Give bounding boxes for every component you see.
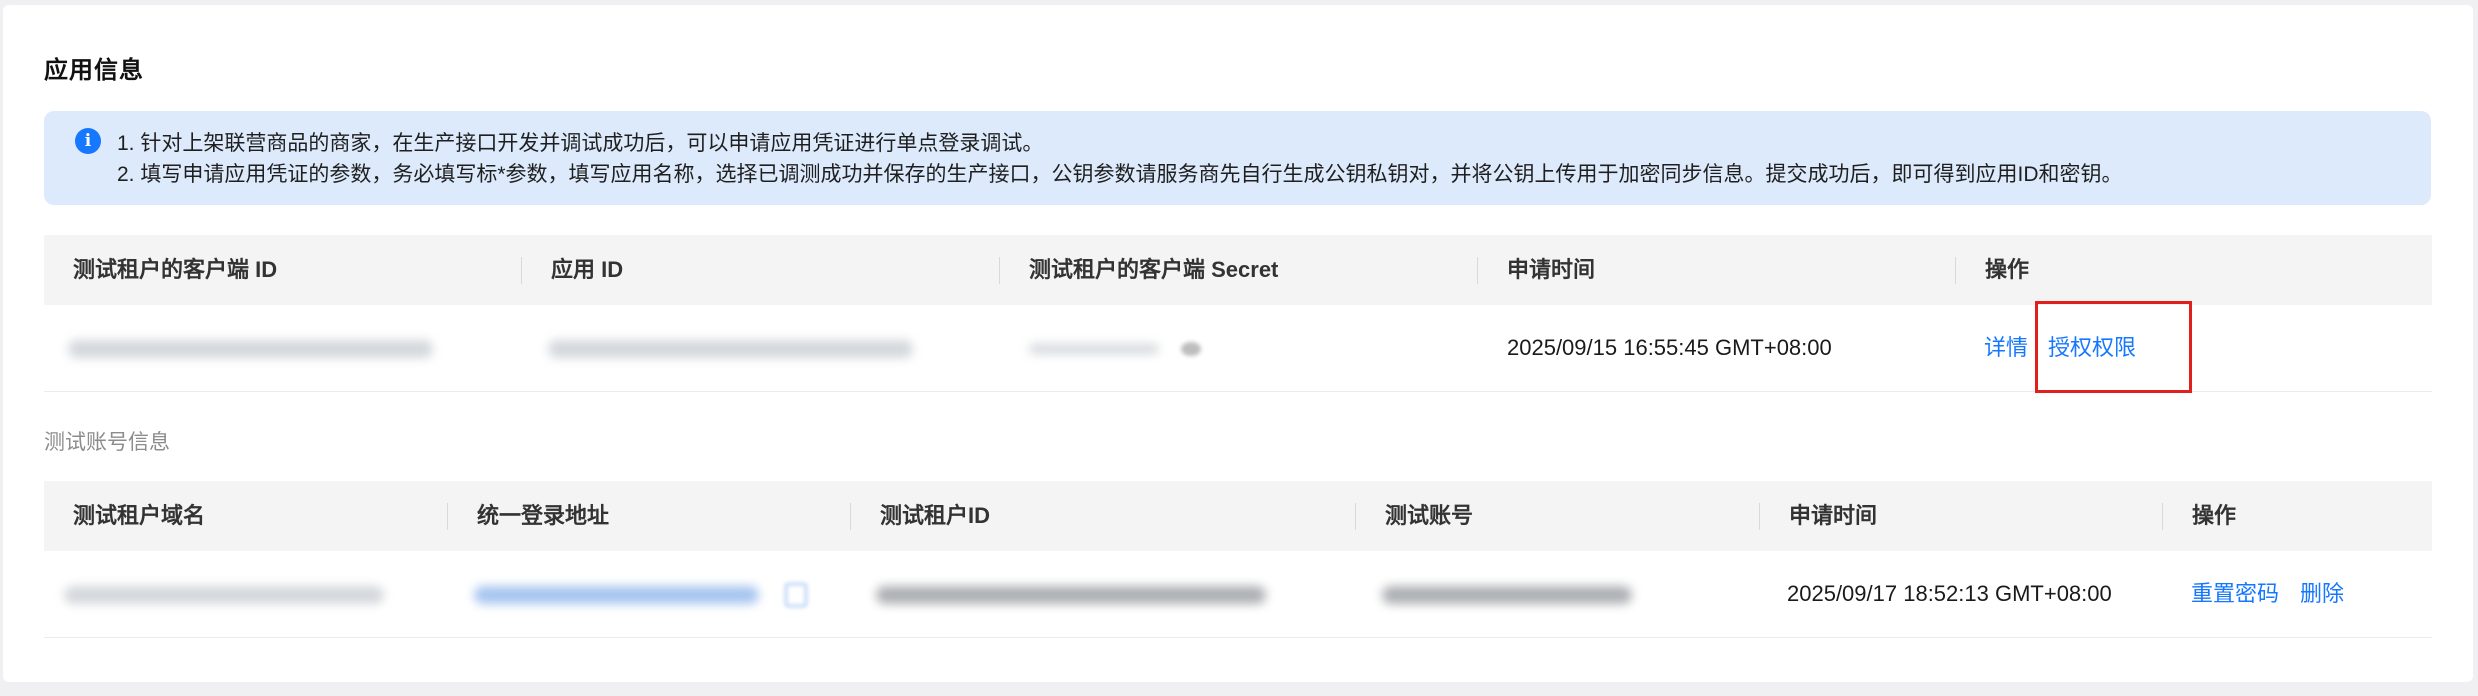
highlight-annotation bbox=[2035, 301, 2192, 393]
app-info-title: 应用信息 bbox=[44, 57, 144, 84]
col-client-secret: 测试租户的客户端 Secret bbox=[1029, 257, 1279, 282]
col-app-id: 应用 ID bbox=[551, 257, 624, 282]
table-row: 2025/09/17 18:52:13 GMT+08:00 重置密码 删除 bbox=[44, 551, 2432, 638]
col-apply-time: 申请时间 bbox=[1789, 503, 1878, 528]
copy-icon[interactable] bbox=[785, 583, 808, 608]
login-url-value[interactable] bbox=[474, 551, 808, 637]
column-divider bbox=[999, 257, 1000, 284]
col-apply-time: 申请时间 bbox=[1507, 257, 1596, 282]
col-tenant-id: 测试租户ID bbox=[880, 503, 991, 528]
account-table-header: 测试租户域名 统一登录地址 测试租户ID 测试账号 申请时间 操作 bbox=[44, 481, 2432, 551]
apply-time-value: 2025/09/15 16:55:45 GMT+08:00 bbox=[1507, 335, 1832, 360]
redacted-text bbox=[1382, 586, 1632, 605]
col-actions: 操作 bbox=[2192, 503, 2237, 528]
notice-line-2: 2. 填写申请应用凭证的参数，务必填写标*参数，填写应用名称，选择已调测成功并保… bbox=[117, 163, 2123, 186]
notice-banner: i 1. 针对上架联营商品的商家，在生产接口开发并调试成功后，可以申请应用凭证进… bbox=[44, 111, 2431, 205]
redacted-link[interactable] bbox=[474, 586, 759, 605]
info-icon: i bbox=[75, 128, 101, 154]
delete-link[interactable]: 删除 bbox=[2300, 551, 2344, 637]
column-divider bbox=[1355, 503, 1356, 530]
tenant-id-value bbox=[876, 551, 1266, 637]
column-divider bbox=[521, 257, 522, 284]
col-client-id: 测试租户的客户端 ID bbox=[73, 257, 278, 282]
col-actions: 操作 bbox=[1985, 257, 2030, 282]
apply-time-value: 2025/09/17 18:52:13 GMT+08:00 bbox=[1787, 581, 2112, 606]
col-tenant-domain: 测试租户域名 bbox=[73, 503, 206, 528]
column-divider bbox=[1955, 257, 1956, 284]
column-divider bbox=[850, 503, 851, 530]
redacted-text bbox=[64, 586, 384, 605]
eye-icon[interactable] bbox=[1181, 342, 1202, 357]
reset-password-link[interactable]: 重置密码 bbox=[2191, 551, 2279, 637]
app-id-value bbox=[548, 305, 913, 391]
tenant-domain-value bbox=[64, 551, 384, 637]
test-account-value bbox=[1382, 551, 1632, 637]
column-divider bbox=[447, 503, 448, 530]
redacted-text bbox=[1029, 344, 1159, 355]
column-divider bbox=[1759, 503, 1760, 530]
redacted-text bbox=[876, 586, 1266, 605]
col-login-url: 统一登录地址 bbox=[477, 503, 610, 528]
column-divider bbox=[1477, 257, 1478, 284]
client-secret-value bbox=[1029, 305, 1202, 391]
col-test-account: 测试账号 bbox=[1385, 503, 1474, 528]
client-id-value bbox=[68, 305, 433, 391]
test-account-title: 测试账号信息 bbox=[44, 431, 170, 454]
notice-line-1: 1. 针对上架联营商品的商家，在生产接口开发并调试成功后，可以申请应用凭证进行单… bbox=[117, 132, 1044, 155]
redacted-text bbox=[548, 340, 913, 359]
app-table-header: 测试租户的客户端 ID 应用 ID 测试租户的客户端 Secret 申请时间 操… bbox=[44, 235, 2432, 305]
column-divider bbox=[2162, 503, 2163, 530]
redacted-text bbox=[68, 340, 433, 359]
details-link[interactable]: 详情 bbox=[1984, 305, 2028, 391]
